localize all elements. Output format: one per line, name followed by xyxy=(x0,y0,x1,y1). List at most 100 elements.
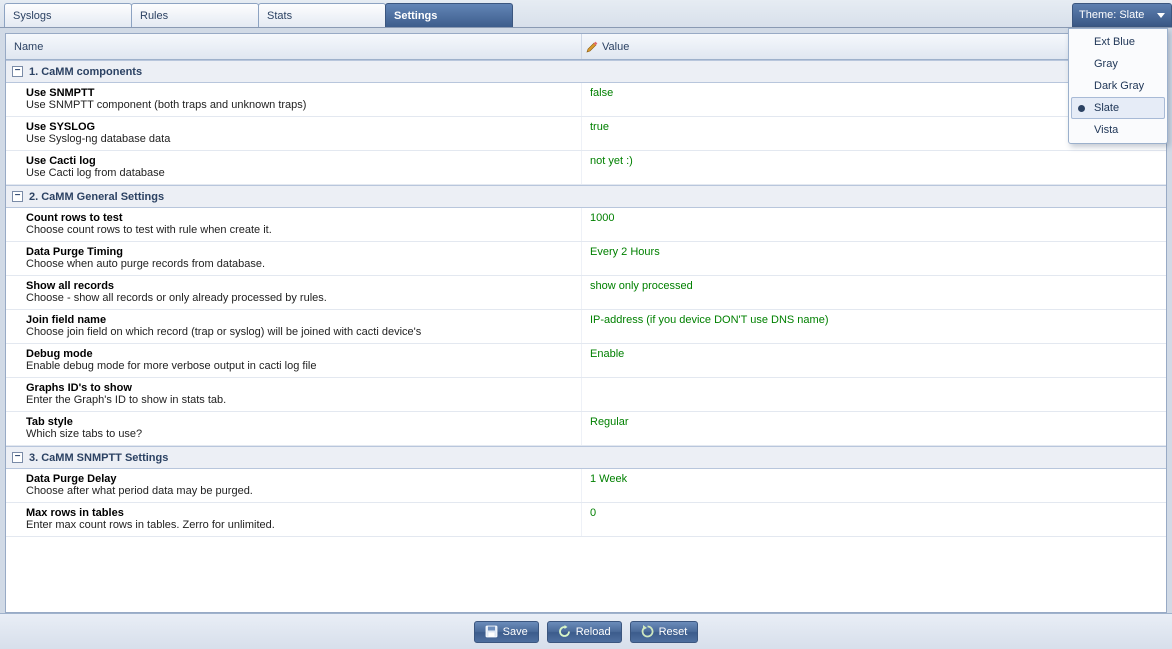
column-header-row: Name Value xyxy=(6,34,1166,60)
collapse-icon[interactable]: − xyxy=(12,191,23,202)
setting-desc: Enable debug mode for more verbose outpu… xyxy=(26,360,573,372)
setting-value-cell[interactable]: IP-address (if you device DON'T use DNS … xyxy=(582,310,1166,343)
tab-label: Stats xyxy=(267,10,292,22)
setting-desc: Use Syslog-ng database data xyxy=(26,133,573,145)
chevron-down-icon xyxy=(1157,9,1165,21)
setting-name: Data Purge Timing xyxy=(26,246,573,258)
setting-name-cell: Data Purge DelayChoose after what period… xyxy=(6,469,582,502)
button-label: Reset xyxy=(659,626,688,638)
theme-menu-item-gray[interactable]: Gray xyxy=(1071,53,1165,75)
group-title: 2. CaMM General Settings xyxy=(29,191,164,203)
setting-name: Count rows to test xyxy=(26,212,573,224)
setting-row[interactable]: Tab styleWhich size tabs to use? Regular xyxy=(6,412,1166,446)
setting-value: Enable xyxy=(590,348,624,360)
setting-name-cell: Data Purge TimingChoose when auto purge … xyxy=(6,242,582,275)
tab-settings[interactable]: Settings xyxy=(385,3,513,27)
column-header-name[interactable]: Name xyxy=(6,34,582,59)
menu-item-label: Gray xyxy=(1094,58,1118,70)
setting-row[interactable]: Max rows in tablesEnter max count rows i… xyxy=(6,503,1166,537)
theme-select-label: Theme: Slate xyxy=(1079,9,1144,21)
setting-name-cell: Tab styleWhich size tabs to use? xyxy=(6,412,582,445)
column-header-label: Name xyxy=(14,41,43,53)
setting-row[interactable]: Use Cacti logUse Cacti log from database… xyxy=(6,151,1166,185)
setting-row[interactable]: Join field nameChoose join field on whic… xyxy=(6,310,1166,344)
group-title: 3. CaMM SNMPTT Settings xyxy=(29,452,168,464)
reload-icon xyxy=(558,625,571,638)
save-button[interactable]: Save xyxy=(474,621,539,643)
setting-name-cell: Show all recordsChoose - show all record… xyxy=(6,276,582,309)
tab-label: Rules xyxy=(140,10,168,22)
group-header[interactable]: −3. CaMM SNMPTT Settings xyxy=(6,446,1166,469)
button-label: Reload xyxy=(576,626,611,638)
setting-name: Graphs ID's to show xyxy=(26,382,573,394)
save-icon xyxy=(485,625,498,638)
setting-desc: Choose when auto purge records from data… xyxy=(26,258,573,270)
setting-value-cell[interactable]: Regular xyxy=(582,412,1166,445)
reload-button[interactable]: Reload xyxy=(547,621,622,643)
grid-body[interactable]: −1. CaMM componentsUse SNMPTTUse SNMPTT … xyxy=(6,60,1166,612)
setting-name-cell: Use SYSLOGUse Syslog-ng database data xyxy=(6,117,582,150)
tab-syslogs[interactable]: Syslogs xyxy=(4,3,132,27)
setting-row[interactable]: Graphs ID's to showEnter the Graph's ID … xyxy=(6,378,1166,412)
theme-select[interactable]: Theme: Slate xyxy=(1072,3,1172,27)
theme-menu-item-vista[interactable]: Vista xyxy=(1071,119,1165,141)
setting-value: 1000 xyxy=(590,212,614,224)
setting-value-cell[interactable]: 0 xyxy=(582,503,1166,536)
setting-name-cell: Count rows to testChoose count rows to t… xyxy=(6,208,582,241)
tab-stats[interactable]: Stats xyxy=(258,3,386,27)
group-header[interactable]: −1. CaMM components xyxy=(6,60,1166,83)
setting-row[interactable]: Data Purge TimingChoose when auto purge … xyxy=(6,242,1166,276)
setting-name: Max rows in tables xyxy=(26,507,573,519)
collapse-icon[interactable]: − xyxy=(12,452,23,463)
setting-name: Show all records xyxy=(26,280,573,292)
setting-value-cell[interactable]: 1000 xyxy=(582,208,1166,241)
setting-row[interactable]: Use SYSLOGUse Syslog-ng database datatru… xyxy=(6,117,1166,151)
setting-name: Use Cacti log xyxy=(26,155,573,167)
tab-label: Settings xyxy=(394,10,437,22)
setting-name-cell: Use SNMPTTUse SNMPTT component (both tra… xyxy=(6,83,582,116)
setting-desc: Use Cacti log from database xyxy=(26,167,573,179)
setting-row[interactable]: Show all recordsChoose - show all record… xyxy=(6,276,1166,310)
setting-value-cell[interactable] xyxy=(582,378,1166,411)
setting-row[interactable]: Data Purge DelayChoose after what period… xyxy=(6,469,1166,503)
setting-value: Regular xyxy=(590,416,629,428)
setting-name: Join field name xyxy=(26,314,573,326)
tab-rules[interactable]: Rules xyxy=(131,3,259,27)
collapse-icon[interactable]: − xyxy=(12,66,23,77)
setting-row[interactable]: Count rows to testChoose count rows to t… xyxy=(6,208,1166,242)
setting-value-cell[interactable]: Every 2 Hours xyxy=(582,242,1166,275)
setting-row[interactable]: Debug modeEnable debug mode for more ver… xyxy=(6,344,1166,378)
setting-value: show only processed xyxy=(590,280,693,292)
theme-menu: Ext Blue Gray Dark Gray Slate Vista xyxy=(1068,28,1168,144)
setting-name-cell: Use Cacti logUse Cacti log from database xyxy=(6,151,582,184)
theme-menu-item-ext-blue[interactable]: Ext Blue xyxy=(1071,31,1165,53)
menu-item-label: Ext Blue xyxy=(1094,36,1135,48)
setting-value-cell[interactable]: Enable xyxy=(582,344,1166,377)
setting-value-cell[interactable]: 1 Week xyxy=(582,469,1166,502)
setting-name: Use SNMPTT xyxy=(26,87,573,99)
reset-button[interactable]: Reset xyxy=(630,621,699,643)
app-window: Syslogs Rules Stats Settings Theme: Slat… xyxy=(0,0,1172,649)
reset-icon xyxy=(641,625,654,638)
tab-strip: Syslogs Rules Stats Settings Theme: Slat… xyxy=(0,0,1172,28)
edit-icon xyxy=(586,41,598,53)
menu-item-label: Dark Gray xyxy=(1094,80,1144,92)
setting-row[interactable]: Use SNMPTTUse SNMPTT component (both tra… xyxy=(6,83,1166,117)
setting-value: false xyxy=(590,87,613,99)
setting-desc: Use SNMPTT component (both traps and unk… xyxy=(26,99,573,111)
setting-name-cell: Join field nameChoose join field on whic… xyxy=(6,310,582,343)
setting-value-cell[interactable]: not yet :) xyxy=(582,151,1166,184)
setting-desc: Enter the Graph's ID to show in stats ta… xyxy=(26,394,573,406)
setting-name-cell: Graphs ID's to showEnter the Graph's ID … xyxy=(6,378,582,411)
setting-name: Debug mode xyxy=(26,348,573,360)
setting-value-cell[interactable]: show only processed xyxy=(582,276,1166,309)
setting-value: Every 2 Hours xyxy=(590,246,660,258)
menu-item-label: Slate xyxy=(1094,102,1119,114)
group-header[interactable]: −2. CaMM General Settings xyxy=(6,185,1166,208)
theme-menu-item-slate[interactable]: Slate xyxy=(1071,97,1165,119)
theme-menu-item-dark-gray[interactable]: Dark Gray xyxy=(1071,75,1165,97)
tab-label: Syslogs xyxy=(13,10,52,22)
button-label: Save xyxy=(503,626,528,638)
setting-value: not yet :) xyxy=(590,155,633,167)
setting-name: Tab style xyxy=(26,416,573,428)
